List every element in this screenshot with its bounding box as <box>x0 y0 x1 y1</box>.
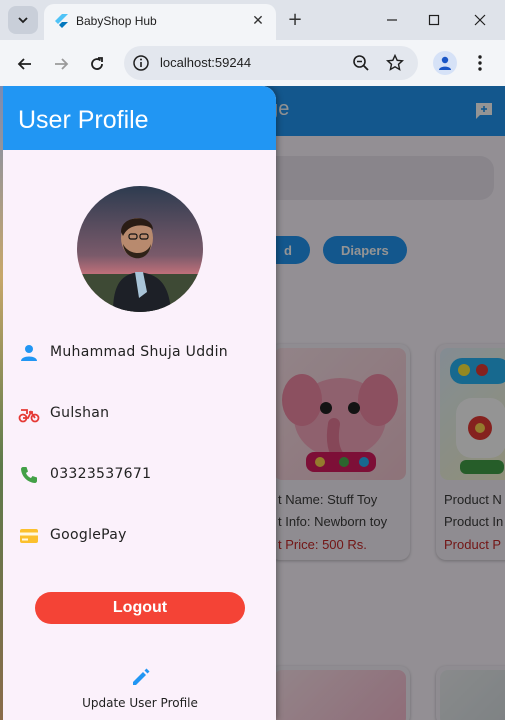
profile-name-row: Muhammad Shuja Uddin <box>0 338 276 368</box>
profile-photo <box>77 186 203 312</box>
reload-icon <box>91 57 103 70</box>
browser-window: BabyShop Hub ✕ + localhost:59244 d Diape… <box>0 0 505 720</box>
close-icon <box>474 14 486 26</box>
logout-button[interactable]: Logout <box>35 592 245 624</box>
minimize-icon <box>387 19 397 21</box>
update-profile-button[interactable]: Update User Profile <box>0 696 276 710</box>
kebab-menu-icon <box>478 55 482 71</box>
desktop-edge <box>0 86 3 720</box>
tab-search-button[interactable] <box>8 6 38 34</box>
forward-button[interactable] <box>48 51 74 77</box>
page-viewport: age d Diapers <box>0 86 505 720</box>
profile-payment: GooglePay <box>50 527 127 543</box>
user-profile-drawer: User Profile Muhammad Shuja Uddin Gulsha… <box>0 86 276 720</box>
profile-address-row: Gulshan <box>0 399 276 429</box>
profile-payment-row: GooglePay <box>0 521 276 551</box>
url-text[interactable]: localhost:59244 <box>160 55 251 70</box>
tab-title: BabyShop Hub <box>76 14 157 28</box>
back-button[interactable] <box>12 51 38 77</box>
arrow-right-icon <box>55 58 69 70</box>
new-tab-button[interactable]: + <box>284 8 306 30</box>
tab-strip: BabyShop Hub ✕ + <box>0 0 505 40</box>
person-icon <box>21 345 37 361</box>
zoom-out-icon[interactable] <box>352 54 370 72</box>
person-icon <box>439 56 451 70</box>
star-icon[interactable] <box>386 54 404 72</box>
pencil-icon[interactable] <box>130 666 152 688</box>
avatar <box>77 186 203 312</box>
flutter-icon <box>55 14 68 28</box>
phone-icon <box>21 467 37 483</box>
delivery-bike-icon <box>18 409 40 423</box>
active-tab[interactable]: BabyShop Hub ✕ <box>44 4 276 40</box>
arrow-left-icon <box>17 58 31 70</box>
reload-button[interactable] <box>84 51 110 77</box>
browser-menu-button[interactable] <box>470 51 490 75</box>
credit-card-icon <box>20 529 38 543</box>
profile-button[interactable] <box>433 51 457 75</box>
profile-address: Gulshan <box>50 405 110 421</box>
maximize-button[interactable] <box>416 6 452 34</box>
profile-name: Muhammad Shuja Uddin <box>50 344 228 360</box>
info-icon[interactable] <box>132 54 150 72</box>
profile-phone-row: 03323537671 <box>0 460 276 490</box>
drawer-title: User Profile <box>18 106 149 134</box>
maximize-icon <box>428 14 440 26</box>
minimize-button[interactable] <box>374 6 410 34</box>
profile-phone: 03323537671 <box>50 466 152 482</box>
address-bar[interactable]: localhost:59244 <box>124 46 418 80</box>
close-tab-button[interactable]: ✕ <box>248 11 268 31</box>
close-window-button[interactable] <box>462 6 498 34</box>
chevron-down-icon <box>18 17 28 24</box>
browser-toolbar: localhost:59244 <box>0 40 505 86</box>
drawer-header: User Profile <box>0 86 276 150</box>
